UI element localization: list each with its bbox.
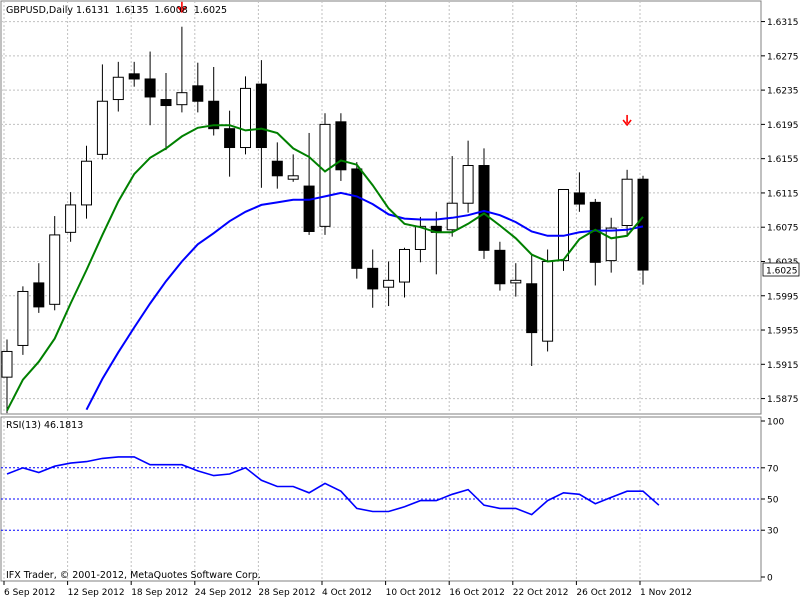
time-tick-label: 4 Oct 2012 — [322, 588, 372, 598]
candle-bull — [240, 87, 251, 149]
current-price-label: 1.6025 — [766, 267, 798, 277]
time-tick-label: 1 Nov 2012 — [640, 588, 692, 598]
candle-bull — [81, 160, 92, 206]
rsi-label: RSI(13) 46.1813 — [6, 420, 83, 431]
current-price-marker: 1.6025 — [762, 262, 800, 277]
time-tick-label: 10 Oct 2012 — [386, 588, 442, 598]
rsi-tick-label: 50 — [767, 496, 779, 506]
candle-bull — [542, 260, 554, 342]
candle-bear — [573, 192, 585, 205]
candle-bull — [176, 92, 188, 106]
candle-bull — [462, 165, 474, 204]
candle-bear — [255, 83, 267, 149]
candle-bull — [112, 76, 124, 101]
price-tick-label: 1.5955 — [767, 327, 799, 337]
candle-bear — [478, 165, 490, 251]
candle-bull — [287, 175, 299, 180]
symbol-label: GBPUSD,Daily — [6, 5, 73, 16]
time-tick-label: 6 Sep 2012 — [4, 588, 55, 598]
time-tick-label: 22 Oct 2012 — [513, 588, 569, 598]
candle-bull — [319, 123, 331, 227]
price-axis: 1.6315 1.6275 1.6235 1.6195 1.6155 1.6115 1.60… — [761, 18, 799, 405]
candle-bull — [605, 227, 617, 262]
price-tick-label: 1.6315 — [767, 18, 799, 28]
candle-bull — [414, 225, 426, 250]
candle-bear — [271, 160, 283, 177]
candle-bear — [224, 128, 236, 149]
price-tick-label: 1.6275 — [767, 52, 799, 62]
candle-bear — [160, 99, 172, 107]
candle-bull — [1, 350, 13, 378]
price-tick-label: 1.6115 — [767, 189, 799, 199]
candle-bull — [558, 189, 569, 262]
price-tick-label: 1.5995 — [767, 292, 799, 302]
price-tick-label: 1.6195 — [767, 121, 799, 131]
time-tick-label: 24 Sep 2012 — [195, 588, 252, 598]
candle-bear — [494, 249, 506, 285]
time-tick-label: 16 Oct 2012 — [449, 588, 505, 598]
time-axis: 6 Sep 2012 12 Sep 2012 18 Sep 2012 24 Sep 2… — [3, 581, 692, 598]
candle-bear — [303, 185, 315, 232]
time-tick-label: 12 Sep 2012 — [68, 588, 125, 598]
candle-bull — [49, 234, 61, 305]
candle-bear — [526, 283, 538, 334]
candle-bear — [33, 282, 45, 308]
candle-bull — [65, 204, 77, 233]
price-tick-label: 1.6075 — [767, 224, 799, 234]
time-tick-label: 18 Sep 2012 — [131, 588, 188, 598]
candle-bull — [621, 178, 633, 226]
candle-bear — [128, 73, 140, 80]
copyright-label: IFX Trader, © 2001-2012, MetaQuotes Soft… — [6, 570, 261, 581]
ohlc-label: 1.6131 1.6135 1.6008 1.6025 — [76, 5, 227, 16]
candle-bull — [399, 248, 410, 283]
candle-bull — [383, 279, 395, 288]
price-tick-label: 1.5915 — [767, 361, 799, 371]
candle-bear — [192, 85, 204, 102]
price-tick-label: 1.6235 — [767, 87, 799, 97]
rsi-tick-label: 100 — [767, 418, 784, 428]
time-tick-label: 26 Oct 2012 — [576, 588, 632, 598]
candle-bear — [351, 168, 363, 269]
rsi-tick-label: 30 — [767, 527, 779, 537]
candle-bear — [144, 78, 156, 98]
price-tick-label: 1.6155 — [767, 155, 799, 165]
chart-canvas: 1.6315 1.6275 1.6235 1.6195 1.6155 1.6115 1.60… — [0, 0, 800, 598]
candle-bull — [510, 279, 522, 284]
rsi-tick-label: 70 — [767, 464, 779, 474]
candle-bull — [96, 100, 108, 155]
time-tick-label: 28 Sep 2012 — [258, 588, 315, 598]
candle-bear — [367, 267, 379, 290]
candle-bull — [17, 290, 29, 346]
candle-bear — [637, 178, 649, 271]
rsi-tick-label: 0 — [767, 574, 773, 584]
rsi-axis: 100 70 50 30 0 — [761, 418, 784, 584]
price-tick-label: 1.5875 — [767, 395, 799, 405]
